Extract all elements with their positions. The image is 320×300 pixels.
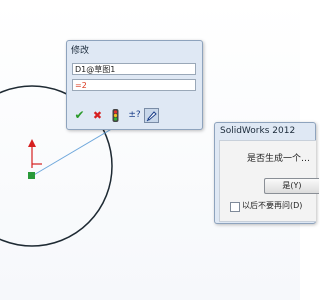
solidworks-prompt-dialog: SolidWorks 2012 是否生成一个⁠… 是(Y) 以后不要再问(D)	[214, 122, 319, 224]
modify-dialog: 修改 D1@草图1 =2 ✔ ✖ ±?	[66, 40, 203, 130]
dont-ask-again-label: 以后不要再问(D)	[242, 201, 303, 210]
ok-check-icon[interactable]: ✔	[72, 108, 87, 123]
construction-line[interactable]	[31, 123, 121, 177]
yes-button[interactable]: 是(Y)	[264, 178, 319, 194]
dimension-name-field[interactable]: D1@草图1	[72, 63, 196, 75]
origin-y-arrowhead	[28, 139, 36, 147]
solidworks-dialog-body: 是否生成一个⁠… 是(Y) 以后不要再问(D)	[219, 140, 319, 222]
solidworks-dialog-title: SolidWorks 2012	[220, 126, 296, 136]
modify-dialog-title: 修改	[71, 46, 90, 56]
dont-ask-again-checkbox[interactable]	[230, 202, 240, 212]
dimension-value-input[interactable]: =2	[72, 79, 196, 91]
rebuild-traffic-light-icon[interactable]	[108, 108, 123, 123]
mark-for-drawing-icon[interactable]	[144, 108, 159, 123]
center-point-marker[interactable]	[28, 172, 35, 179]
cancel-x-icon[interactable]: ✖	[90, 108, 105, 123]
reverse-sense-icon[interactable]: ±?	[127, 108, 142, 123]
modify-toolbar: ✔ ✖ ±?	[72, 107, 196, 125]
prompt-message: 是否生成一个⁠…	[247, 154, 311, 164]
